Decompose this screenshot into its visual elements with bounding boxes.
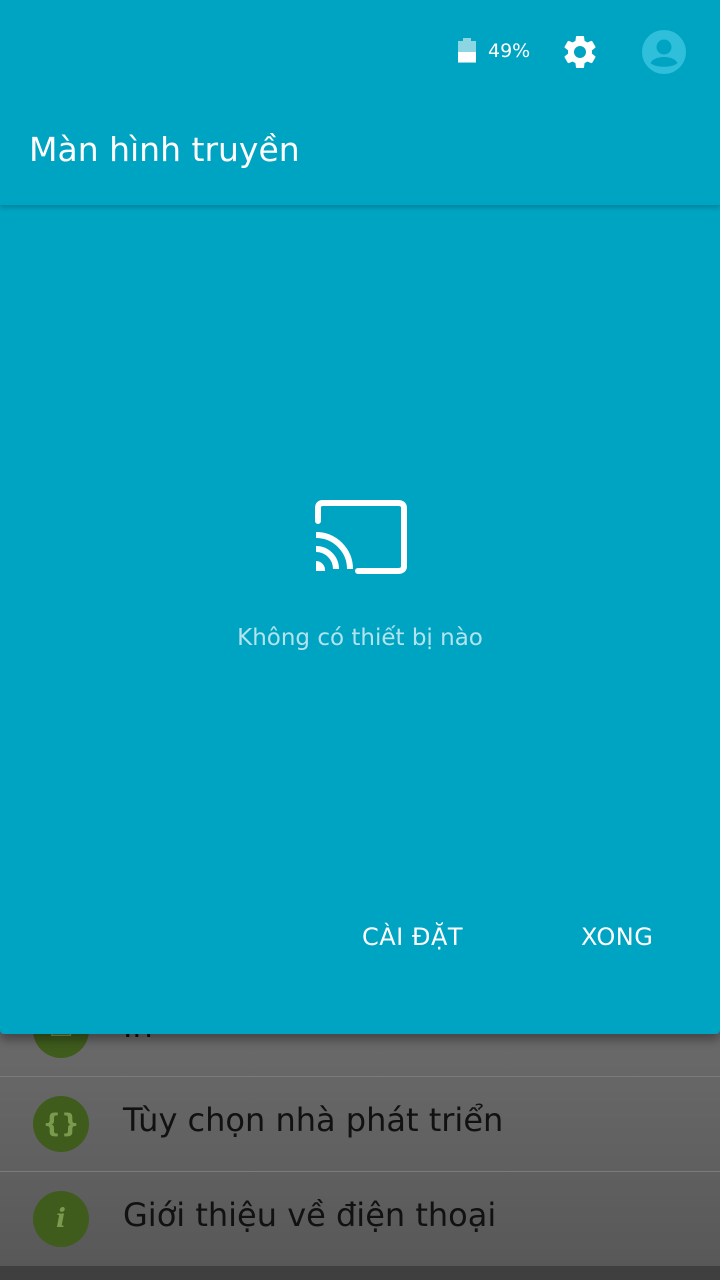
- account-circle-icon[interactable]: [642, 30, 686, 74]
- braces-icon: {}: [33, 1096, 89, 1152]
- gear-icon[interactable]: [560, 32, 600, 72]
- page-title: Màn hình truyền: [29, 130, 300, 169]
- top-bar: 49% Màn hình truyền: [0, 0, 720, 205]
- battery-percent: 49%: [488, 40, 531, 62]
- battery-level-fill: [458, 52, 476, 62]
- list-item-about-phone: i Giới thiệu về điện thoại: [0, 1171, 720, 1266]
- done-button[interactable]: XONG: [569, 915, 665, 959]
- list-item-label: Tùy chọn nhà phát triển: [123, 1101, 504, 1139]
- settings-button[interactable]: CÀI ĐẶT: [350, 915, 475, 959]
- list-item-developer-options: {} Tùy chọn nhà phát triển: [0, 1076, 720, 1171]
- cast-dialog: Không có thiết bị nào CÀI ĐẶT XONG: [0, 205, 720, 1034]
- battery-icon: [458, 38, 478, 64]
- list-item-label: Giới thiệu về điện thoại: [123, 1196, 497, 1234]
- bottom-bar: [0, 1266, 720, 1280]
- no-devices-message: Không có thiết bị nào: [237, 625, 483, 651]
- info-icon: i: [33, 1191, 89, 1247]
- cast-icon: [315, 500, 407, 574]
